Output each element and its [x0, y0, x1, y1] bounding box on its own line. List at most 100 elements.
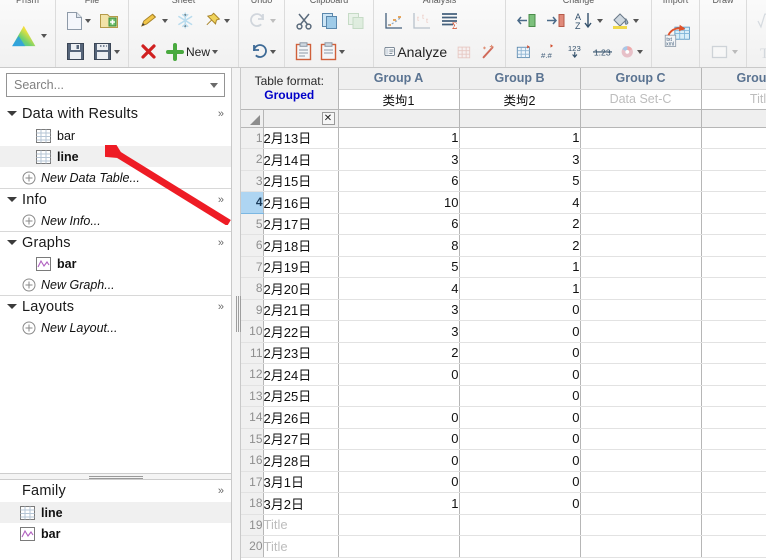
cell-value[interactable]	[580, 148, 702, 171]
subheader-group-d[interactable]	[701, 109, 766, 127]
row-header[interactable]: 5	[241, 213, 264, 235]
table-row[interactable]: 3 2月15日 6 5	[241, 170, 766, 192]
cell-value[interactable]: 2	[459, 234, 581, 257]
cell-value[interactable]	[701, 191, 766, 214]
cell-x[interactable]: 2月18日	[263, 234, 339, 257]
cell-value[interactable]	[701, 256, 766, 278]
cell-value[interactable]: 1	[459, 127, 581, 149]
cell-value[interactable]	[580, 299, 702, 321]
cell-value[interactable]	[701, 170, 766, 192]
cell-value[interactable]: 2	[459, 213, 581, 235]
table-row[interactable]: 17 3月1日 0 0	[241, 471, 766, 493]
row-header[interactable]: 15	[241, 428, 264, 450]
cell-value[interactable]	[580, 191, 702, 214]
chevron-down-icon[interactable]	[6, 194, 18, 206]
cell-value[interactable]	[701, 342, 766, 364]
cell-value[interactable]: 0	[338, 428, 460, 450]
select-all-triangle-icon[interactable]	[249, 114, 260, 125]
subheader-group-c[interactable]	[580, 109, 702, 127]
cell-value[interactable]	[701, 299, 766, 321]
cell-value[interactable]	[580, 471, 702, 493]
cell-value[interactable]	[580, 320, 702, 343]
cell-value[interactable]: 0	[338, 363, 460, 386]
table-row[interactable]: 14 2月26日 0 0	[241, 406, 766, 429]
cell-value[interactable]	[580, 406, 702, 429]
cell-value[interactable]: 0	[459, 299, 581, 321]
cell-x[interactable]: 2月14日	[263, 148, 339, 171]
cell-value[interactable]: 0	[459, 363, 581, 386]
cell-value[interactable]: 8	[338, 234, 460, 257]
sidebar-item-new-layout[interactable]: New Layout...	[0, 317, 231, 338]
equation-button[interactable]: a	[754, 8, 766, 34]
cell-value[interactable]: 4	[459, 191, 581, 214]
cell-value[interactable]: 0	[338, 471, 460, 493]
cell-value[interactable]	[459, 535, 581, 558]
save-as-button[interactable]	[90, 39, 123, 65]
chevron-down-icon[interactable]	[6, 237, 18, 249]
search-box[interactable]	[6, 73, 225, 97]
cell-value[interactable]: 1	[459, 256, 581, 278]
cell-x[interactable]: 2月27日	[263, 428, 339, 450]
cell-value[interactable]: 3	[338, 320, 460, 343]
cell-value[interactable]: 10	[338, 191, 460, 214]
cell-value[interactable]: 0	[459, 428, 581, 450]
summary-button[interactable]: Σ	[437, 8, 464, 34]
new-file-button[interactable]	[63, 8, 94, 34]
cell-x[interactable]: 2月26日	[263, 406, 339, 429]
cell-value[interactable]	[701, 385, 766, 407]
row-header[interactable]: 9	[241, 299, 264, 321]
cell-value[interactable]: 1	[338, 127, 460, 149]
cell-value[interactable]	[580, 385, 702, 407]
duplicate-button[interactable]	[344, 8, 368, 34]
grid-corner-cell[interactable]	[241, 109, 264, 127]
cell-value[interactable]	[701, 127, 766, 149]
move-left-button[interactable]	[513, 8, 540, 34]
cell-value[interactable]	[701, 449, 766, 472]
cell-value[interactable]	[580, 514, 702, 536]
cell-value[interactable]: 0	[459, 449, 581, 472]
analyze-button[interactable]: Analyze	[381, 39, 450, 65]
column-header-group-a[interactable]: Group A	[338, 68, 460, 90]
table-row[interactable]: 4 2月16日 10 4	[241, 191, 766, 214]
redo-button[interactable]	[246, 8, 279, 34]
paste-button[interactable]	[292, 39, 315, 65]
cell-value[interactable]: 3	[338, 148, 460, 171]
cell-x[interactable]: 2月17日	[263, 213, 339, 235]
fill-color-button[interactable]	[608, 8, 642, 34]
cell-x[interactable]: 3月2日	[263, 492, 339, 515]
cell-value[interactable]: 0	[459, 471, 581, 493]
cell-value[interactable]	[580, 277, 702, 300]
paste-special-button[interactable]	[317, 39, 348, 65]
table-row[interactable]: 19 Title	[241, 514, 766, 536]
cell-x[interactable]: Title	[263, 514, 339, 536]
cell-value[interactable]	[701, 148, 766, 171]
table-row[interactable]: 18 3月2日 1 0	[241, 492, 766, 515]
row-header[interactable]: 16	[241, 449, 264, 472]
cell-x[interactable]: 2月19日	[263, 256, 339, 278]
rename-sheet-button[interactable]	[136, 8, 171, 34]
cell-value[interactable]: 0	[459, 342, 581, 364]
chevron-down-icon[interactable]	[6, 301, 18, 313]
cell-value[interactable]	[701, 320, 766, 343]
table-row[interactable]: 16 2月28日 0 0	[241, 449, 766, 472]
family-item-bar[interactable]: bar	[0, 523, 231, 544]
row-header[interactable]: 19	[241, 514, 264, 536]
chevron-down-icon[interactable]	[6, 108, 18, 120]
sidebar-item-new-graph[interactable]: New Graph...	[0, 274, 231, 295]
close-icon[interactable]: ✕	[321, 111, 335, 125]
table-row[interactable]: 2 2月14日 3 3	[241, 148, 766, 171]
sidebar-item-line-table[interactable]: line	[0, 146, 231, 167]
cell-x[interactable]: 2月25日	[263, 385, 339, 407]
cell-value[interactable]: 0	[338, 406, 460, 429]
sidebar-item-new-info[interactable]: New Info...	[0, 210, 231, 231]
cell-value[interactable]: 0	[459, 492, 581, 515]
row-header[interactable]: 1	[241, 127, 264, 149]
section-header-graphs[interactable]: Graphs »	[0, 231, 231, 253]
cell-value[interactable]: 5	[459, 170, 581, 192]
table-row[interactable]: 7 2月19日 5 1	[241, 256, 766, 278]
column-header-group-c[interactable]: Group C	[580, 68, 702, 90]
color-scheme-button[interactable]	[617, 39, 646, 65]
cell-value[interactable]: 0	[459, 320, 581, 343]
cell-value[interactable]: 4	[338, 277, 460, 300]
cell-value[interactable]	[580, 342, 702, 364]
